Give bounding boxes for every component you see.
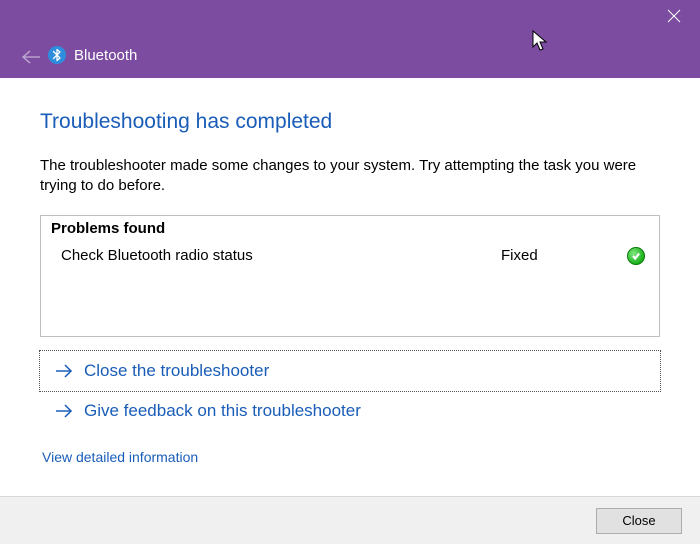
check-icon	[627, 247, 645, 265]
action-label: Give feedback on this troubleshooter	[84, 401, 361, 421]
content-area: Troubleshooting has completed The troubl…	[0, 78, 700, 466]
problem-status-icon	[621, 247, 645, 265]
give-feedback-link[interactable]: Give feedback on this troubleshooter	[40, 391, 660, 431]
close-button[interactable]: Close	[596, 508, 682, 534]
arrow-right-icon	[54, 401, 74, 421]
bluetooth-icon	[48, 46, 66, 68]
back-button[interactable]	[22, 50, 40, 68]
close-troubleshooter-link[interactable]: Close the troubleshooter	[40, 351, 660, 391]
problems-header: Problems found	[41, 216, 659, 241]
footer: Close	[0, 496, 700, 544]
page-description: The troubleshooter made some changes to …	[40, 156, 660, 197]
action-label: Close the troubleshooter	[84, 361, 269, 381]
page-heading: Troubleshooting has completed	[40, 110, 660, 134]
window-title: Bluetooth	[74, 47, 137, 64]
view-detailed-info-link[interactable]: View detailed information	[40, 449, 198, 465]
arrow-right-icon	[54, 361, 74, 381]
problem-name: Check Bluetooth radio status	[61, 247, 501, 264]
window-close-button[interactable]	[664, 6, 684, 26]
problems-found-box: Problems found Check Bluetooth radio sta…	[40, 215, 660, 337]
problem-row: Check Bluetooth radio status Fixed	[41, 241, 659, 271]
titlebar: Bluetooth	[0, 0, 700, 78]
problem-status: Fixed	[501, 247, 621, 264]
cursor-icon	[532, 30, 550, 56]
